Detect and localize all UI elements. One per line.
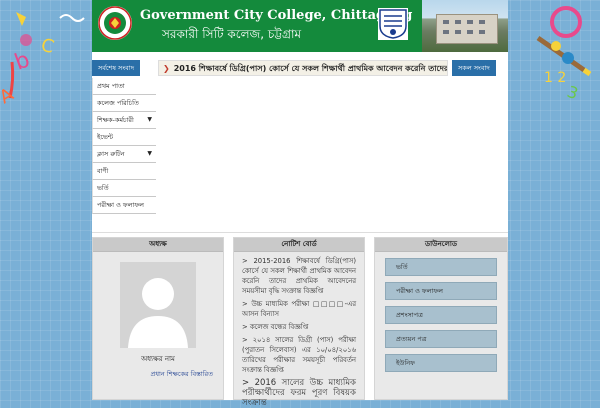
notice-item[interactable]: > কলেজ বন্ধের বিজ্ঞপ্তি	[242, 322, 356, 332]
notice-item[interactable]: > 2016 সালের উচ্চ মাধ্যমিক পরীক্ষার্থীদে…	[242, 378, 356, 408]
svg-text:C: C	[39, 35, 57, 59]
svg-text:1 2: 1 2	[544, 70, 566, 86]
sidebar-item-events[interactable]: ইভেন্ট	[92, 129, 156, 146]
news-ticker[interactable]: ❯ 2016 শিক্ষাবর্ষে ডিগ্রি(পাস) কোর্সে যে …	[158, 60, 448, 76]
notice-item[interactable]: > উচ্চ মাধ্যমিক পরীক্ষা □□□□-এর আসন বিন্…	[242, 299, 356, 319]
college-title-bangla: সরকারী সিটি কলেজ, চট্টগ্রাম	[162, 27, 302, 41]
principal-details-link[interactable]: প্রধান শিক্ষকের বিস্তারিত	[93, 369, 223, 380]
download-uniform-button[interactable]: ইউনিফ	[385, 354, 497, 372]
downloads-panel: ডাউনলোড ভর্তি পরীক্ষা ও ফলাফল প্রশংসাপত্…	[374, 237, 508, 400]
sidebar-item-admission[interactable]: ভর্তি	[92, 180, 156, 197]
right-decoration: 1 2 3	[508, 0, 600, 400]
svg-text:A: A	[0, 84, 18, 109]
caret-down-icon: ▼	[147, 150, 152, 157]
sidebar-item-exam-results[interactable]: পরীক্ষা ও ফলাফল	[92, 197, 156, 214]
sidebar-nav: প্রথম পাতা কলেজ পরিচিতি শিক্ষক-কর্মচারী ▼…	[92, 78, 156, 214]
city-college-seal-icon	[378, 8, 408, 40]
all-news-button[interactable]: সকল সংবাদ	[452, 60, 496, 76]
sidebar-item-home[interactable]: প্রথম পাতা	[92, 78, 156, 95]
principal-heading: অধ্যক্ষ	[93, 238, 223, 252]
school-doodle-left: b A C	[0, 12, 85, 109]
sidebar-item-label: বাণী	[97, 167, 109, 175]
principal-panel: অধ্যক্ষ অধ্যক্ষর নাম প্রধান শিক্ষকের বিস…	[92, 237, 224, 400]
sidebar-item-label: ভর্তি	[97, 184, 109, 192]
sidebar-item-label: ইভেন্ট	[97, 133, 113, 141]
download-exam-results-button[interactable]: পরীক্ষা ও ফলাফল	[385, 282, 497, 300]
campus-building	[436, 14, 498, 44]
sidebar-item-label: শিক্ষক-কর্মচারী	[97, 116, 134, 124]
principal-name: অধ্যক্ষর নাম	[141, 355, 175, 363]
downloads-heading: ডাউনলোড	[375, 238, 507, 252]
school-doodle-right: 1 2 3	[536, 6, 592, 103]
sidebar-item-class-routine[interactable]: ক্লাস রুটিন ▼	[92, 146, 156, 163]
sidebar-item-label: পরীক্ষা ও ফলাফল	[97, 201, 144, 209]
sidebar-item-label: প্রথম পাতা	[97, 82, 125, 90]
notice-board-panel: নোটিশ বোর্ড > 2015-2016 শিক্ষাবর্ষে ডিগ্…	[233, 237, 365, 408]
news-bar: সর্বশেষ সংবাদ ❯ 2016 শিক্ষাবর্ষে ডিগ্রি(প…	[92, 60, 508, 76]
sidebar-item-college-intro[interactable]: কলেজ পরিচিতি	[92, 95, 156, 112]
svg-text:3: 3	[565, 82, 581, 103]
notice-item[interactable]: > 2015-2016 শিক্ষাবর্ষে ডিগ্রি(পাস) কোর্…	[242, 256, 356, 296]
svg-text:b: b	[12, 47, 34, 75]
notice-item[interactable]: > ২০১৪ সালের ডিগ্রী (পাস) পরীক্ষা (পুরাত…	[242, 335, 356, 375]
sidebar-item-teachers-staff[interactable]: শিক্ষক-কর্মচারী ▼	[92, 112, 156, 129]
person-silhouette-icon	[120, 262, 196, 348]
campus-photo	[422, 0, 508, 52]
left-decoration: b A C	[0, 0, 92, 400]
site-header-banner: Government City College, Chittagong সরকা…	[92, 0, 508, 52]
sidebar-item-label: ক্লাস রুটিন	[97, 150, 125, 158]
download-certificate-button[interactable]: প্রত্যয়ন পত্র	[385, 330, 497, 348]
page-container: Government City College, Chittagong সরকা…	[92, 0, 508, 408]
bangladesh-seal-icon[interactable]	[98, 6, 132, 40]
latest-news-label: সর্বশেষ সংবাদ	[92, 60, 141, 76]
download-admission-button[interactable]: ভর্তি	[385, 258, 497, 276]
college-title-english: Government City College, Chittagong	[140, 8, 413, 23]
sidebar-item-label: কলেজ পরিচিতি	[97, 99, 139, 107]
download-testimonial-button[interactable]: প্রশংসাপত্র	[385, 306, 497, 324]
chevron-right-icon: ❯	[163, 64, 170, 73]
sidebar-item-message[interactable]: বাণী	[92, 163, 156, 180]
section-divider	[92, 232, 508, 233]
caret-down-icon: ▼	[147, 116, 152, 123]
notice-list: > 2015-2016 শিক্ষাবর্ষে ডিগ্রি(পাস) কোর্…	[234, 252, 364, 408]
ticker-text[interactable]: 2016 শিক্ষাবর্ষে ডিগ্রি(পাস) কোর্সে যে স…	[174, 64, 447, 73]
notice-board-heading: নোটিশ বোর্ড	[234, 238, 364, 252]
